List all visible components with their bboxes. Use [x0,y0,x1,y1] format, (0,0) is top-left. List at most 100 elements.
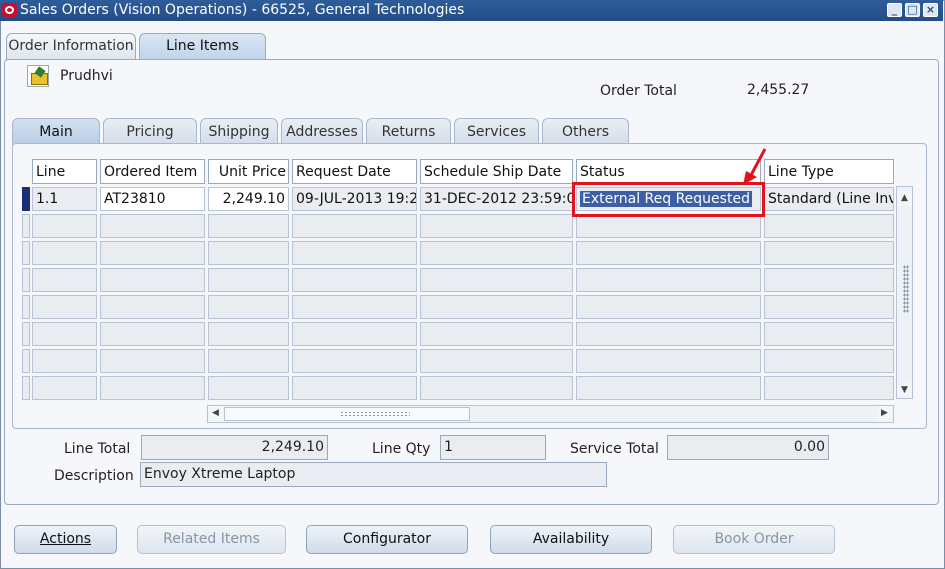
actions-button[interactable]: Actions [14,525,117,554]
tab-returns[interactable]: Returns [366,118,451,144]
cell-unit-price[interactable]: 2,249.10 [208,187,289,211]
cell-line[interactable] [32,322,97,346]
row-indicator[interactable] [22,214,30,238]
cell-line-type[interactable] [764,349,894,373]
cell-schedule-ship-date[interactable] [420,295,573,319]
cell-request-date[interactable] [292,214,417,238]
availability-button[interactable]: Availability [490,525,652,554]
tab-shipping[interactable]: Shipping [200,118,278,144]
cell-request-date[interactable] [292,376,417,400]
tab-pricing[interactable]: Pricing [103,118,197,144]
cell-line-type[interactable] [764,268,894,292]
cell-unit-price[interactable] [208,214,289,238]
cell-line[interactable]: 1.1 [32,187,97,211]
cell-schedule-ship-date[interactable] [420,322,573,346]
line-qty-field[interactable]: 1 [440,435,546,460]
cell-ordered-item[interactable] [100,349,205,373]
cell-line[interactable] [32,241,97,265]
row-indicator[interactable] [22,349,30,373]
cell-line-type[interactable] [764,295,894,319]
cell-ordered-item[interactable] [100,241,205,265]
cell-ordered-item[interactable] [100,322,205,346]
cell-unit-price[interactable] [208,376,289,400]
cell-status[interactable] [576,241,761,265]
cell-schedule-ship-date[interactable]: 31-DEC-2012 23:59:00 [420,187,573,211]
title-bar: Sales Orders (Vision Operations) - 66525… [0,0,943,21]
cell-status[interactable] [576,295,761,319]
cell-request-date[interactable] [292,349,417,373]
tab-addresses[interactable]: Addresses [281,118,363,144]
row-indicator[interactable] [22,268,30,292]
tab-line-items[interactable]: Line Items [139,33,266,61]
cell-status[interactable] [576,214,761,238]
cell-line-type[interactable]: Standard (Line Invo [764,187,894,211]
cell-unit-price[interactable] [208,295,289,319]
cell-request-date[interactable] [292,268,417,292]
cell-schedule-ship-date[interactable] [420,349,573,373]
cell-schedule-ship-date[interactable] [420,241,573,265]
cell-line[interactable] [32,349,97,373]
maximize-icon[interactable]: □ [905,3,920,17]
cell-request-date[interactable] [292,241,417,265]
cell-unit-price[interactable] [208,268,289,292]
row-indicator[interactable] [22,295,30,319]
scroll-up-icon[interactable]: ▲ [897,191,912,206]
scroll-left-icon[interactable]: ◀ [208,406,223,422]
column-header-unit-price[interactable]: Unit Price [208,159,289,184]
column-header-status[interactable]: Status [576,159,761,184]
cell-status[interactable] [576,376,761,400]
cell-line-type[interactable] [764,376,894,400]
tab-main[interactable]: Main [12,118,100,145]
column-header-line[interactable]: Line [32,159,97,184]
cell-line[interactable] [32,214,97,238]
cell-status[interactable] [576,322,761,346]
cell-line[interactable] [32,268,97,292]
row-indicator[interactable] [22,376,30,400]
cell-ordered-item[interactable] [100,376,205,400]
cell-line-type[interactable] [764,241,894,265]
related-items-button-label: Related Items [163,531,260,547]
cell-unit-price[interactable] [208,322,289,346]
cell-ordered-item[interactable] [100,214,205,238]
cell-schedule-ship-date[interactable] [420,376,573,400]
cell-request-date[interactable] [292,322,417,346]
cell-schedule-ship-date[interactable] [420,268,573,292]
close-icon[interactable]: × [923,3,938,17]
cell-ordered-item[interactable] [100,295,205,319]
scroll-grip-icon[interactable] [903,265,909,313]
cell-line-type[interactable] [764,214,894,238]
tab-services[interactable]: Services [454,118,539,144]
tab-others[interactable]: Others [542,118,629,144]
cell-unit-price[interactable] [208,349,289,373]
line-total-field[interactable]: 2,249.10 [141,435,328,460]
tab-order-information[interactable]: Order Information [6,33,136,60]
row-indicator[interactable] [22,322,30,346]
related-items-button[interactable]: Related Items [137,525,286,554]
cell-line[interactable] [32,295,97,319]
cell-status[interactable] [576,268,761,292]
column-header-line-type[interactable]: Line Type [764,159,894,184]
cell-unit-price[interactable] [208,241,289,265]
cell-ordered-item[interactable] [100,268,205,292]
cell-request-date[interactable]: 09-JUL-2013 19:25 [292,187,417,211]
column-header-request-date[interactable]: Request Date [292,159,417,184]
scroll-down-icon[interactable]: ▼ [897,383,912,398]
cell-schedule-ship-date[interactable] [420,214,573,238]
cell-line-type[interactable] [764,322,894,346]
cell-request-date[interactable] [292,295,417,319]
row-indicator[interactable] [22,187,30,211]
line-total-label: Line Total [64,441,131,457]
row-indicator[interactable] [22,241,30,265]
service-total-field[interactable]: 0.00 [667,435,829,460]
column-header-ordered-item[interactable]: Ordered Item [100,159,205,184]
column-header-schedule-ship-date[interactable]: Schedule Ship Date [420,159,573,184]
cell-line[interactable] [32,376,97,400]
minimize-icon[interactable]: _ [887,3,902,17]
book-order-button[interactable]: Book Order [673,525,835,554]
cell-status[interactable] [576,349,761,373]
cell-ordered-item[interactable]: AT23810 [100,187,205,211]
description-field[interactable]: Envoy Xtreme Laptop [140,462,607,487]
scroll-right-icon[interactable]: ▶ [877,406,892,422]
configurator-button[interactable]: Configurator [306,525,468,554]
folder-icon[interactable] [27,65,49,87]
